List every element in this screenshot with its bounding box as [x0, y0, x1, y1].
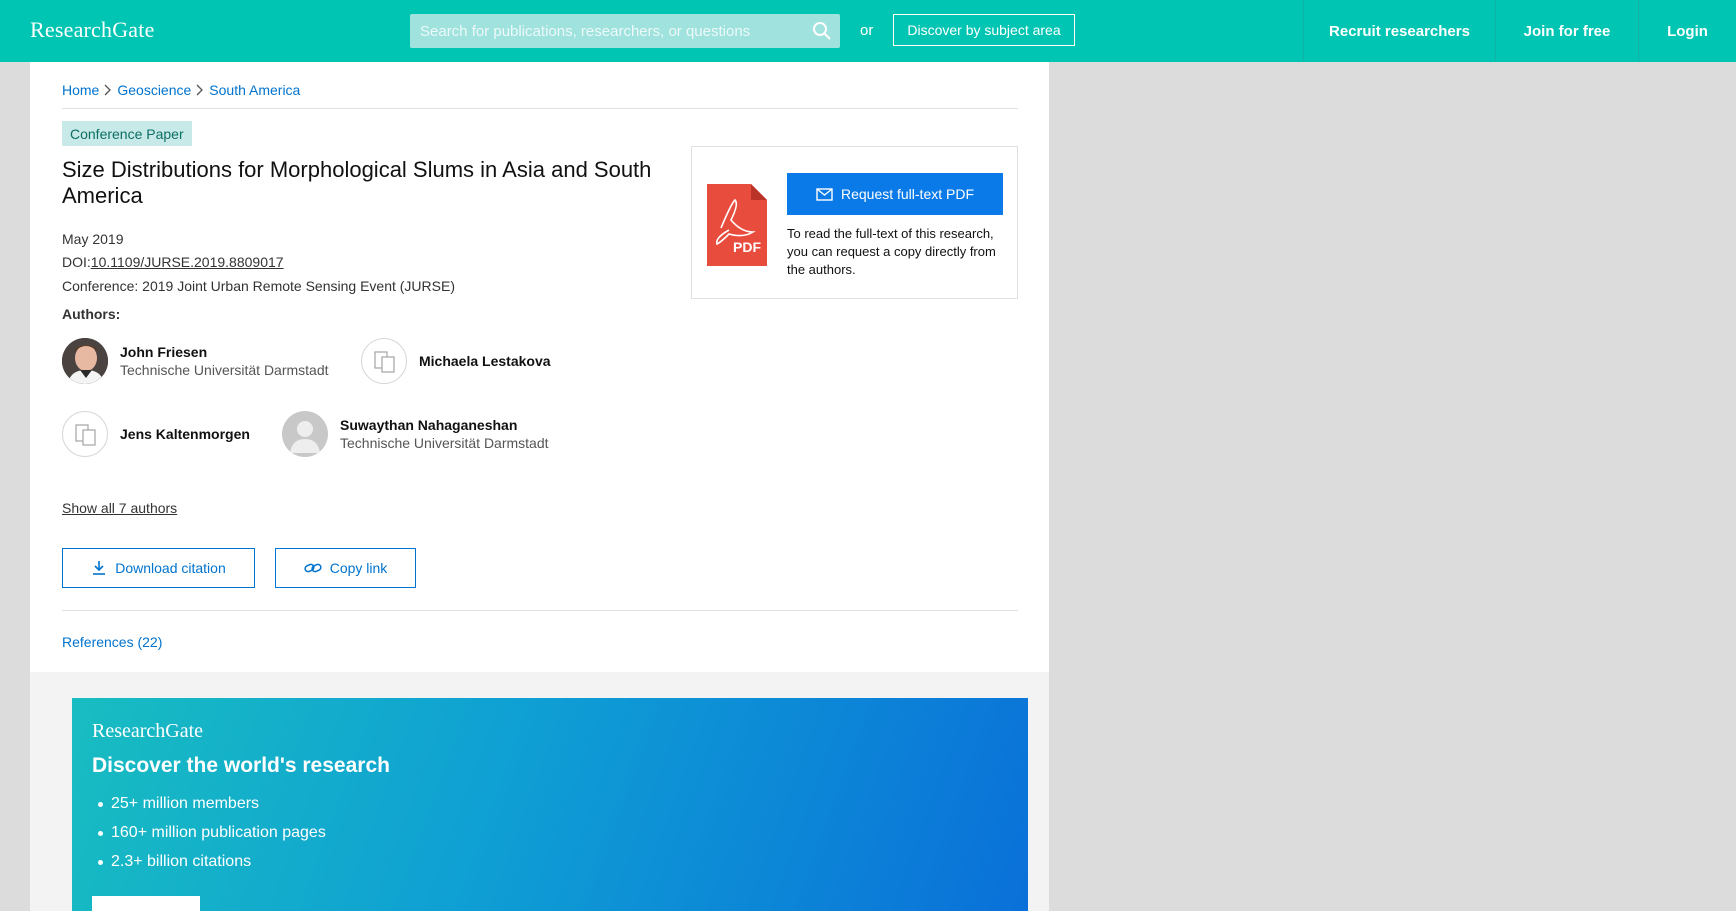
divider: [62, 610, 1018, 611]
request-full-text-button[interactable]: Request full-text PDF: [787, 173, 1003, 215]
breadcrumb-geoscience-link[interactable]: Geoscience: [117, 82, 191, 98]
author-name[interactable]: Jens Kaltenmorgen: [120, 425, 250, 443]
researchgate-logo[interactable]: ResearchGate: [30, 17, 155, 43]
download-citation-button[interactable]: Download citation: [62, 548, 255, 588]
chevron-right-icon: [104, 84, 112, 96]
author-card[interactable]: Suwaythan Nahaganeshan Technische Univer…: [282, 411, 549, 457]
link-icon: [304, 563, 322, 573]
doi-link[interactable]: 10.1109/JURSE.2019.8809017: [91, 254, 284, 270]
envelope-icon: [816, 187, 833, 201]
banner-headline: Discover the world's research: [92, 754, 390, 777]
search-box[interactable]: [410, 14, 840, 48]
author-institution: Technische Universität Darmstadt: [340, 435, 549, 451]
list-item: 25+ million members: [92, 794, 326, 823]
breadcrumb-south-america-link[interactable]: South America: [209, 82, 300, 98]
pdf-file-icon: PDF: [707, 184, 767, 271]
recruit-researchers-link[interactable]: Recruit researchers: [1303, 0, 1495, 62]
login-link[interactable]: Login: [1638, 0, 1736, 62]
doi-line: DOI:10.1109/JURSE.2019.8809017: [62, 254, 284, 270]
list-item: 2.3+ billion citations: [92, 852, 326, 881]
document-placeholder-icon: [75, 424, 96, 446]
full-text-request-panel: PDF Request full-text PDF To read the fu…: [691, 146, 1018, 299]
discover-research-banner: ResearchGate Discover the world's resear…: [72, 698, 1028, 911]
avatar-placeholder[interactable]: [62, 411, 108, 457]
authors-heading: Authors:: [62, 306, 121, 322]
publication-date: May 2019: [62, 231, 124, 247]
author-card[interactable]: Michaela Lestakova: [361, 338, 551, 384]
pdf-icon-label: PDF: [733, 239, 761, 255]
default-user-avatar[interactable]: [282, 411, 328, 457]
avatar-placeholder[interactable]: [361, 338, 407, 384]
download-citation-label: Download citation: [115, 560, 226, 576]
author-name[interactable]: Michaela Lestakova: [419, 352, 551, 370]
document-placeholder-icon: [374, 351, 395, 373]
join-for-free-button[interactable]: [92, 896, 200, 911]
page-title: Size Distributions for Morphological Slu…: [62, 157, 652, 208]
banner-stats-list: 25+ million members 160+ million publica…: [92, 794, 326, 881]
avatar[interactable]: [62, 338, 108, 384]
doi-label: DOI:: [62, 254, 91, 270]
author-card[interactable]: John Friesen Technische Universität Darm…: [62, 338, 329, 384]
author-institution: Technische Universität Darmstadt: [120, 362, 329, 378]
publication-type-badge: Conference Paper: [62, 121, 192, 146]
list-item: 160+ million publication pages: [92, 823, 326, 852]
author-card[interactable]: Jens Kaltenmorgen: [62, 411, 250, 457]
tab-references[interactable]: References (22): [62, 634, 162, 650]
chevron-right-icon: [196, 84, 204, 96]
request-note-text: To read the full-text of this research, …: [787, 226, 996, 277]
user-silhouette-icon: [290, 421, 320, 453]
researchgate-logo: ResearchGate: [92, 720, 204, 742]
download-icon: [93, 561, 106, 575]
breadcrumb: Home Geoscience South America: [62, 82, 300, 98]
conference-name: Conference: 2019 Joint Urban Remote Sens…: [62, 278, 455, 294]
breadcrumb-home-link[interactable]: Home: [62, 82, 99, 98]
copy-link-button[interactable]: Copy link: [275, 548, 416, 588]
top-navigation-bar: ResearchGate or Discover by subject area…: [0, 0, 1736, 62]
copy-link-label: Copy link: [329, 560, 388, 576]
search-icon[interactable]: [812, 21, 832, 41]
search-input[interactable]: [420, 14, 800, 48]
join-for-free-link[interactable]: Join for free: [1495, 0, 1638, 62]
or-separator-text: or: [860, 22, 874, 39]
discover-by-subject-button[interactable]: Discover by subject area: [893, 14, 1075, 46]
divider: [62, 108, 1018, 109]
request-full-text-label: Request full-text PDF: [840, 186, 975, 202]
show-all-authors-link[interactable]: Show all 7 authors: [62, 500, 177, 516]
author-name[interactable]: John Friesen: [120, 343, 329, 361]
author-name[interactable]: Suwaythan Nahaganeshan: [340, 416, 549, 434]
